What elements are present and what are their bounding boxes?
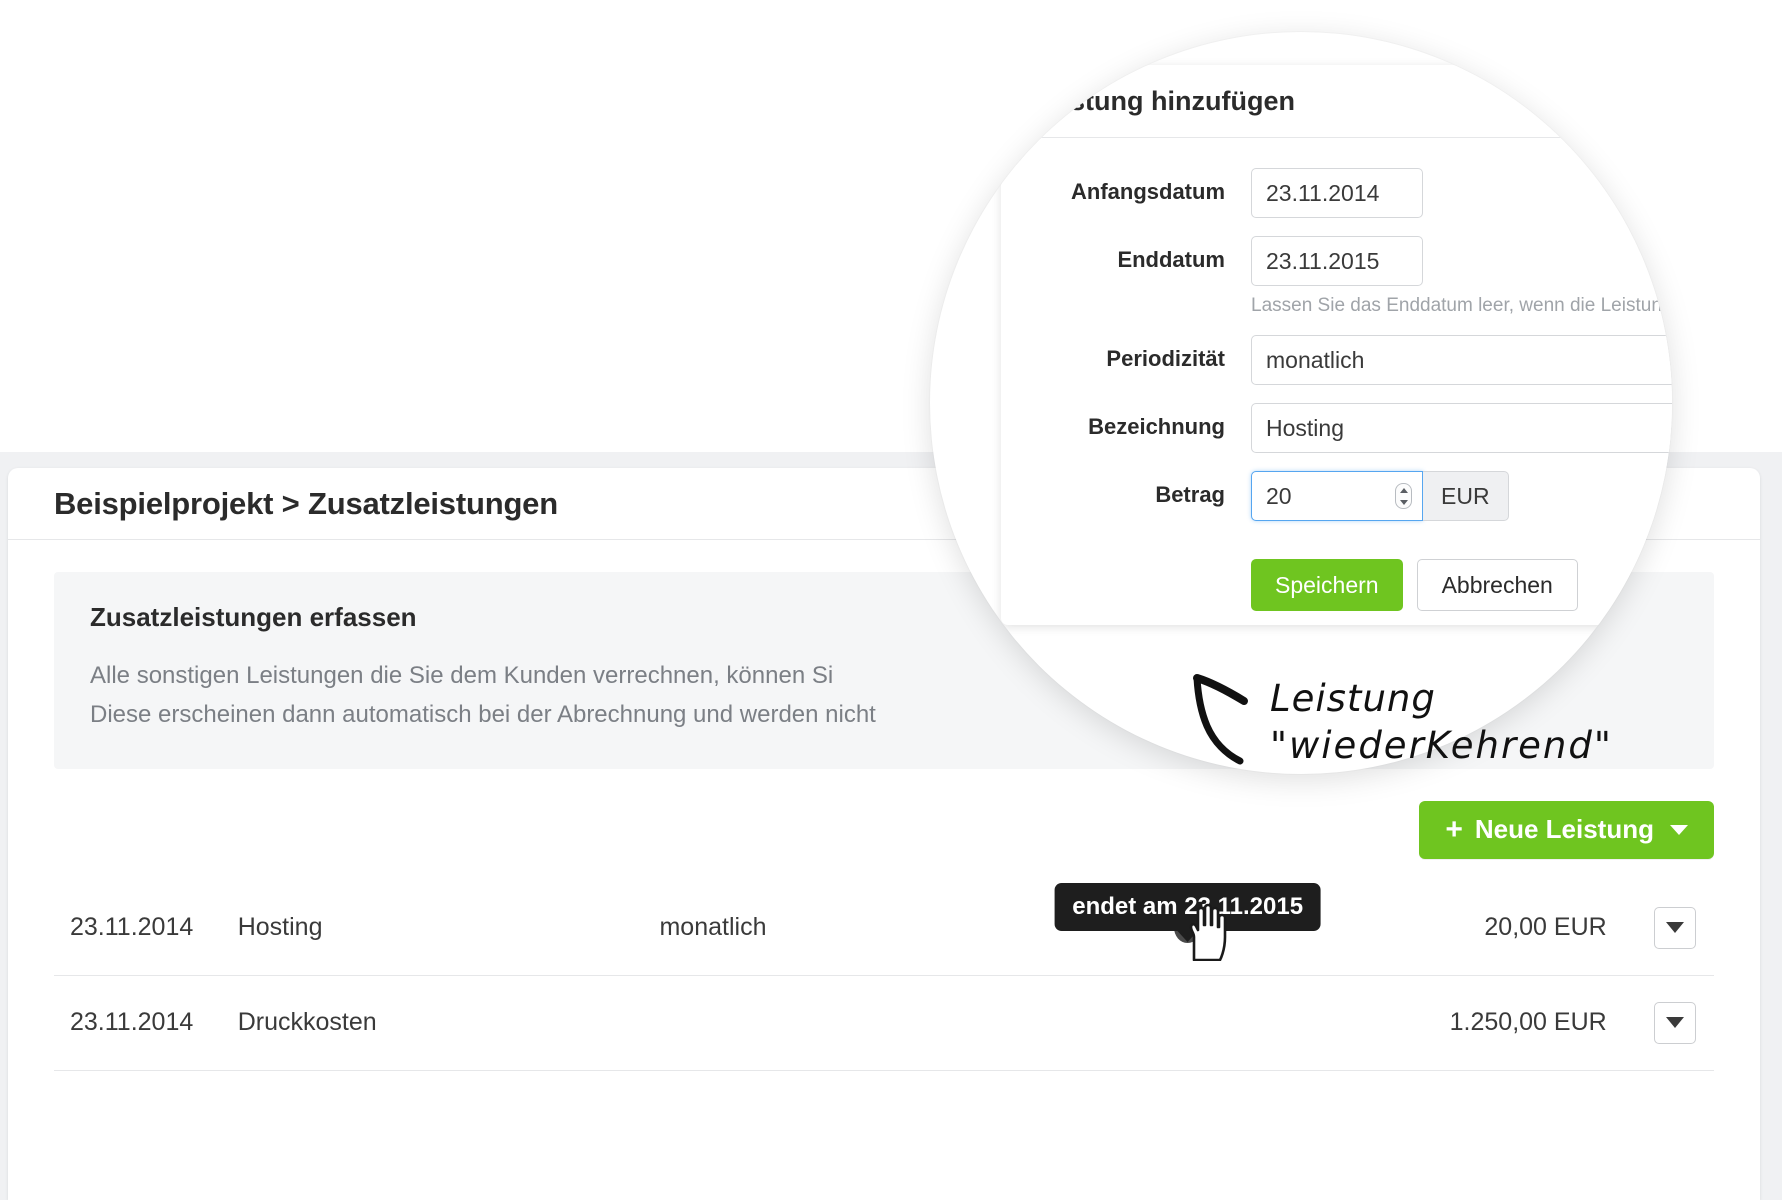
betrag-input[interactable]: 20	[1251, 471, 1423, 521]
field-row-bezeichnung: Bezeichnung Hosting	[1001, 403, 1672, 453]
row-periodicity: monatlich	[659, 880, 1071, 976]
enddatum-input[interactable]: 23.11.2015	[1251, 236, 1423, 286]
cancel-button[interactable]: Abbrechen	[1416, 559, 1578, 611]
field-row-betrag: Betrag 20 EUR	[1001, 471, 1672, 521]
caret-up-icon	[1399, 487, 1408, 493]
annotation-text: Leistung "wiederKehrend"	[1270, 676, 1690, 769]
caret-down-icon	[1399, 499, 1408, 505]
row-name: Hosting	[237, 880, 660, 976]
field-row-periodizitaet: Periodizität monatlich	[1001, 335, 1672, 385]
plus-icon: +	[1445, 812, 1463, 846]
row-menu-cell	[1628, 975, 1714, 1071]
table-row[interactable]: 23.11.2014 Druckkosten 1.250,00 EUR	[54, 975, 1714, 1071]
new-service-button[interactable]: + Neue Leistung	[1419, 800, 1714, 859]
anfangsdatum-input[interactable]: 23.11.2014	[1251, 168, 1423, 218]
annotation-line-2: "wiederKehrend"	[1270, 723, 1613, 767]
table-toolbar: + Neue Leistung	[54, 769, 1714, 869]
row-menu-button[interactable]	[1654, 1001, 1696, 1044]
row-menu-cell	[1628, 880, 1714, 976]
currency-addon: EUR	[1423, 471, 1509, 521]
annotation-line-1: Leistung	[1270, 677, 1436, 720]
field-row-anfangsdatum: Anfangsdatum 23.11.2014	[1001, 168, 1672, 218]
modal-header: Leistung hinzufügen	[1001, 65, 1672, 138]
modal-body: Anfangsdatum 23.11.2014 Enddatum 23.11.2…	[1001, 138, 1672, 611]
save-button[interactable]: Speichern	[1251, 559, 1403, 611]
row-amount: 20,00 EUR	[1304, 880, 1629, 976]
chevron-down-icon	[1666, 1017, 1684, 1029]
field-row-enddatum: Enddatum 23.11.2015 Lassen Sie das Endda…	[1001, 236, 1672, 317]
new-service-button-label: Neue Leistung	[1474, 814, 1654, 845]
row-date: 23.11.2014	[54, 880, 238, 976]
anfangsdatum-label: Anfangsdatum	[1071, 179, 1225, 204]
modal-actions: Speichern Abbrechen	[1251, 559, 1672, 611]
number-stepper-icon[interactable]	[1395, 483, 1412, 509]
betrag-label: Betrag	[1155, 482, 1225, 507]
mouse-cursor-hand-icon	[1189, 903, 1226, 961]
row-date: 23.11.2014	[54, 975, 238, 1071]
bezeichnung-label: Bezeichnung	[1088, 414, 1225, 439]
periodizitaet-select[interactable]: monatlich	[1251, 335, 1672, 385]
row-recurring-marker[interactable]: endet am 23.11.2015	[1054, 880, 1322, 976]
chevron-down-icon	[1666, 922, 1684, 934]
chevron-down-icon	[1670, 824, 1688, 835]
services-table: 23.11.2014 Hosting monatlich endet am 23…	[54, 880, 1714, 1071]
row-name: Druckkosten	[237, 975, 660, 1071]
row-periodicity	[659, 975, 1071, 1071]
add-service-modal: Leistung hinzufügen Anfangsdatum 23.11.2…	[1001, 65, 1672, 625]
breadcrumb-title: Beispielprojekt > Zusatzleistungen	[54, 485, 558, 521]
periodizitaet-label: Periodizität	[1106, 346, 1225, 371]
row-menu-button[interactable]	[1654, 906, 1696, 949]
betrag-input-group: 20 EUR	[1251, 471, 1672, 521]
row-recurring-marker	[1070, 975, 1305, 1071]
table-row[interactable]: 23.11.2014 Hosting monatlich endet am 23…	[54, 880, 1714, 976]
betrag-value: 20	[1266, 482, 1292, 509]
enddatum-help-text: Lassen Sie das Enddatum leer, wenn die L…	[1251, 295, 1672, 316]
row-amount: 1.250,00 EUR	[1304, 975, 1629, 1071]
modal-title: Leistung hinzufügen	[1031, 85, 1295, 116]
bezeichnung-input[interactable]: Hosting	[1251, 403, 1672, 453]
screenshot-stage: Beispielprojekt > Zusatzleistungen Zusat…	[0, 0, 1782, 1200]
enddatum-label: Enddatum	[1117, 247, 1225, 272]
